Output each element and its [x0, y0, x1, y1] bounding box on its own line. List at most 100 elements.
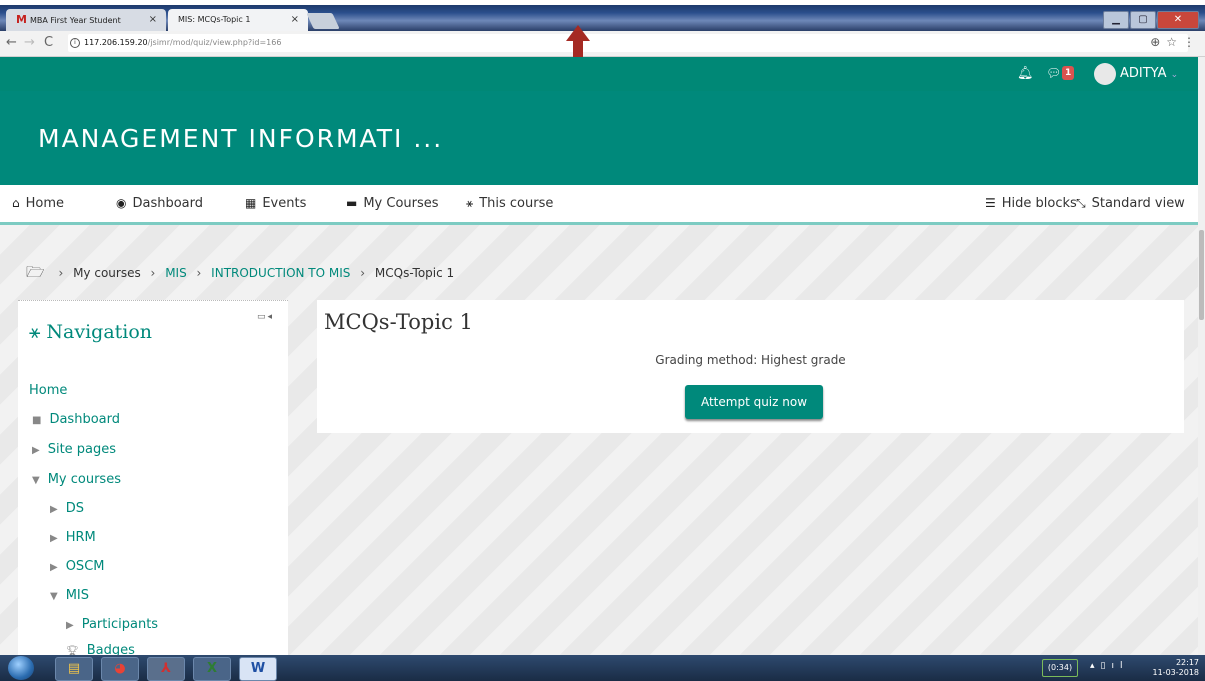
- caret-right-icon: ▶: [50, 533, 58, 544]
- bullet-icon: ■: [32, 415, 42, 426]
- breadcrumb-separator: ›: [150, 266, 156, 280]
- hide-blocks-button[interactable]: ☰ Hide blocks: [985, 196, 1077, 211]
- breadcrumb-current: MCQs-Topic 1: [374, 266, 455, 280]
- menu-events[interactable]: ▦ Events: [245, 196, 306, 211]
- excel-icon[interactable]: X: [193, 657, 231, 681]
- sitemap-icon: ⚹: [29, 321, 41, 343]
- breadcrumb-mis[interactable]: MIS: [165, 266, 187, 280]
- menu-label: Hide blocks: [1001, 196, 1077, 211]
- nav-item-site-pages[interactable]: ▶ Site pages: [32, 442, 116, 457]
- notification-bell-icon[interactable]: 🔔︎: [1017, 66, 1034, 81]
- nav-label: Participants: [81, 617, 159, 632]
- breadcrumb-intro[interactable]: INTRODUCTION TO MIS: [211, 266, 350, 280]
- nav-item-my-courses[interactable]: ▼ My courses: [32, 472, 121, 487]
- url-host: 117.206.159.20: [84, 38, 148, 47]
- start-button[interactable]: [8, 656, 34, 680]
- nav-item-hrm[interactable]: ▶ HRM: [50, 530, 96, 545]
- calendar-icon: ▦: [245, 196, 257, 210]
- red-arrow-icon: [566, 25, 590, 41]
- nav-item-oscm[interactable]: ▶ OSCM: [50, 559, 104, 574]
- main-menu: ⌂ Home ◉ Dashboard ▦ Events ▬ My Courses ⚹ Th…: [0, 185, 1198, 225]
- nav-item-mis[interactable]: ▼ MIS: [50, 588, 89, 603]
- nav-item-ds[interactable]: ▶ DS: [50, 501, 84, 516]
- navigation-title-text: Navigation: [46, 321, 153, 343]
- clock[interactable]: 22:17 11-03-2018: [1153, 658, 1200, 678]
- nav-label: DS: [65, 501, 84, 516]
- menu-home[interactable]: ⌂ Home: [12, 196, 64, 211]
- breadcrumb-separator: ›: [196, 266, 202, 280]
- menu-label: Dashboard: [132, 196, 204, 211]
- file-explorer-icon[interactable]: ▤: [55, 657, 93, 681]
- quiz-main-block: MCQs-Topic 1 Grading method: Highest gra…: [317, 300, 1184, 433]
- caret-right-icon: ▶: [50, 504, 58, 515]
- standard-view-button[interactable]: ⤡ Standard view: [1076, 196, 1185, 211]
- zoom-and-bookmark-icons[interactable]: ⊕☆⋮: [1150, 35, 1201, 49]
- grading-method-text: Grading method: Highest grade: [655, 353, 846, 367]
- breadcrumb-my-courses[interactable]: My courses: [73, 266, 141, 280]
- breadcrumb-separator: ›: [58, 266, 64, 280]
- forward-icon[interactable]: →: [24, 35, 35, 50]
- dashboard-icon: ◉: [116, 196, 127, 210]
- acrobat-icon[interactable]: ⅄: [147, 657, 185, 681]
- page-scrollbar[interactable]: [1198, 57, 1205, 655]
- breadcrumb-separator: ›: [360, 266, 366, 280]
- gmail-icon: M: [16, 13, 27, 26]
- nav-label: HRM: [65, 530, 96, 545]
- caret-right-icon: ▶: [66, 620, 74, 631]
- menu-label: Home: [25, 196, 65, 211]
- reload-icon[interactable]: C: [44, 35, 53, 50]
- word-icon[interactable]: W: [239, 657, 277, 681]
- browser-tab-strip: M MBA First Year Student × MIS: MCQs-Topi…: [0, 5, 1205, 31]
- menu-dashboard[interactable]: ◉ Dashboard: [116, 196, 203, 211]
- nav-label: OSCM: [65, 559, 105, 574]
- clock-date: 11-03-2018: [1152, 668, 1200, 677]
- back-icon[interactable]: ←: [6, 35, 17, 50]
- messages-icon[interactable]: 💬︎: [1046, 66, 1061, 80]
- nav-item-dashboard[interactable]: ■ Dashboard: [32, 412, 120, 427]
- windows-taskbar: ▤ ◕ ⅄ X W (0:34) ▴▯ıl 22:17 11-03-2018: [0, 655, 1205, 681]
- menu-this-course[interactable]: ⚹ This course: [466, 196, 553, 211]
- maximize-button[interactable]: ▢: [1130, 11, 1156, 29]
- close-tab-icon[interactable]: ×: [149, 9, 157, 31]
- info-icon[interactable]: i: [70, 37, 80, 48]
- menu-my-courses[interactable]: ▬ My Courses: [346, 196, 439, 211]
- tray-icons[interactable]: ▴▯ıl: [1090, 661, 1128, 671]
- sitemap-icon: ⚹: [466, 196, 474, 210]
- avatar[interactable]: [1094, 63, 1116, 85]
- scrollbar-thumb[interactable]: [1199, 230, 1204, 320]
- browser-tab-gmail[interactable]: M MBA First Year Student ×: [6, 9, 166, 31]
- window-controls: ▁ ▢ ✕: [1103, 11, 1199, 29]
- top-navbar: 🔔︎ 💬︎ 1 ADITYA ⌄: [0, 57, 1198, 91]
- chevron-down-icon: ⌄: [1170, 70, 1179, 80]
- attempt-quiz-button[interactable]: Attempt quiz now: [685, 385, 823, 419]
- caret-right-icon: ▶: [50, 562, 58, 573]
- caret-down-icon: ▼: [50, 591, 58, 602]
- site-name[interactable]: MANAGEMENT INFORMATI ...: [38, 124, 443, 153]
- nav-item-home[interactable]: Home: [29, 383, 67, 398]
- nav-label: Dashboard: [49, 412, 120, 427]
- nav-item-participants[interactable]: ▶ Participants: [66, 617, 158, 632]
- user-menu[interactable]: ADITYA ⌄: [1120, 66, 1178, 81]
- new-tab-button[interactable]: [306, 13, 340, 29]
- nav-label: My courses: [47, 472, 121, 487]
- username: ADITYA: [1120, 66, 1167, 81]
- menu-label: Standard view: [1091, 196, 1185, 211]
- url-path: /jsimr/mod/quiz/view.php?id=166: [147, 38, 282, 47]
- browser-tab-quiz[interactable]: MIS: MCQs-Topic 1 ×: [168, 9, 308, 31]
- minimize-button[interactable]: ▁: [1103, 11, 1129, 29]
- caret-down-icon: ▼: [32, 475, 40, 486]
- site-banner: MANAGEMENT INFORMATI ...: [0, 91, 1198, 185]
- navigation-block: ⚹ Navigation ▭◂ Home ■ Dashboard ▶ Site pag…: [18, 300, 288, 661]
- compress-icon: ⤡: [1076, 196, 1086, 210]
- message-count-badge: 1: [1062, 66, 1075, 80]
- close-window-button[interactable]: ✕: [1157, 11, 1199, 29]
- chrome-icon[interactable]: ◕: [101, 657, 139, 681]
- battery-indicator[interactable]: (0:34): [1042, 659, 1078, 677]
- close-tab-icon[interactable]: ×: [291, 9, 299, 31]
- briefcase-icon: ▬: [346, 196, 358, 210]
- nav-label: Site pages: [47, 442, 117, 457]
- menu-label: Events: [262, 196, 307, 211]
- url-input[interactable]: i 117.206.159.20/jsimr/mod/quiz/view.php?…: [68, 34, 1188, 52]
- address-bar-row: ← → C i 117.206.159.20/jsimr/mod/quiz/vie…: [0, 31, 1205, 57]
- block-controls[interactable]: ▭◂: [257, 312, 274, 322]
